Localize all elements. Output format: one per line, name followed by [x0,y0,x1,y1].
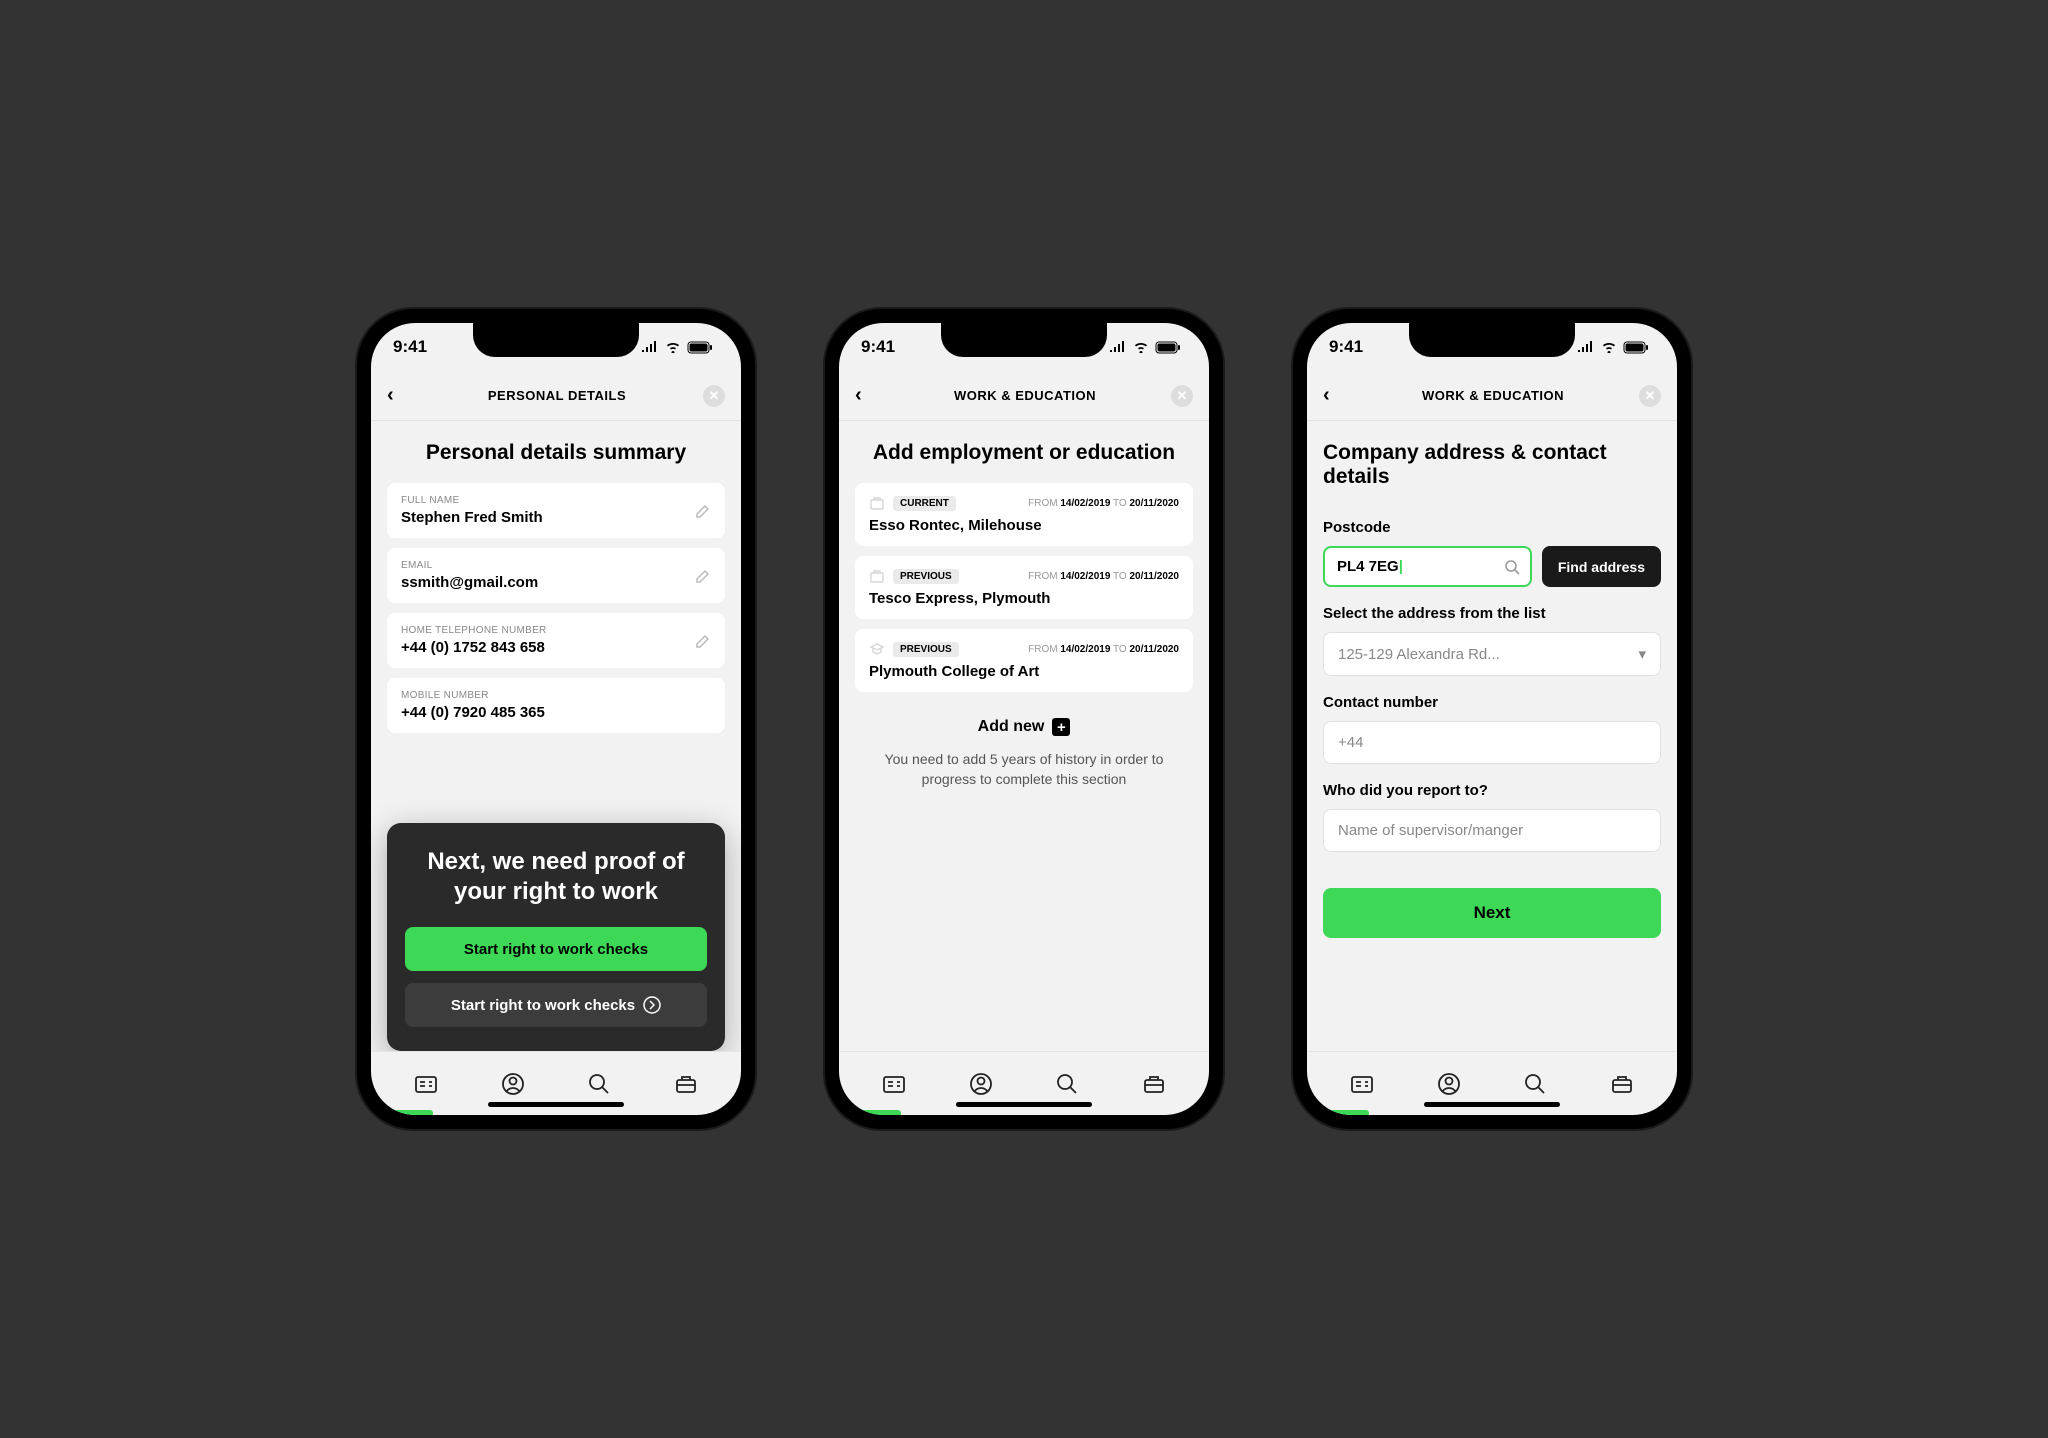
edit-icon[interactable] [695,503,711,519]
edit-icon[interactable] [695,633,711,649]
plus-icon: + [1052,718,1070,736]
sheet-title: Next, we need proof of your right to wor… [405,847,707,907]
start-checks-secondary-button[interactable]: Start right to work checks [405,983,707,1027]
tab-search[interactable] [1508,1072,1562,1096]
education-icon [869,641,885,657]
status-time: 9:41 [861,337,895,357]
field-value: +44 (0) 1752 843 658 [401,639,711,656]
status-time: 9:41 [393,337,427,357]
chevron-down-icon: ▾ [1638,645,1646,663]
edit-icon[interactable] [695,568,711,584]
nav-title: WORK & EDUCATION [1347,388,1639,403]
briefcase-icon [869,495,885,511]
contact-input[interactable]: +44 [1323,721,1661,764]
back-button[interactable]: ‹ [1323,384,1347,407]
back-button[interactable]: ‹ [387,384,411,407]
bottom-sheet: Next, we need proof of your right to wor… [387,823,725,1051]
employer-name: Tesco Express, Plymouth [869,590,1179,607]
tab-work[interactable] [659,1072,713,1096]
report-to-label: Who did you report to? [1323,782,1661,799]
postcode-label: Postcode [1323,519,1661,536]
status-badge: PREVIOUS [893,569,959,584]
tab-search[interactable] [1040,1072,1094,1096]
notch [941,323,1107,357]
phone-2: 9:41 ‹ WORK & EDUCATION ✕ Add employment… [825,309,1223,1129]
date-range: FROM 14/02/2019 TO 20/11/2020 [1028,498,1179,509]
date-range: FROM 14/02/2019 TO 20/11/2020 [1028,644,1179,655]
start-checks-primary-button[interactable]: Start right to work checks [405,927,707,971]
helper-text: You need to add 5 years of history in or… [855,750,1193,789]
tab-indicator [859,1110,901,1115]
home-indicator [956,1102,1092,1107]
field-value: ssmith@gmail.com [401,574,711,591]
supervisor-input[interactable]: Name of supervisor/manger [1323,809,1661,852]
select-value: 125-129 Alexandra Rd... [1338,646,1500,663]
tab-id[interactable] [1335,1072,1389,1096]
tab-id[interactable] [399,1072,453,1096]
tab-id[interactable] [867,1072,921,1096]
date-range: FROM 14/02/2019 TO 20/11/2020 [1028,571,1179,582]
nav-header: ‹ WORK & EDUCATION ✕ [839,371,1209,421]
arrow-right-icon [643,996,661,1014]
briefcase-icon [869,568,885,584]
field-full-name[interactable]: FULL NAME Stephen Fred Smith [387,483,725,538]
notch [1409,323,1575,357]
contact-label: Contact number [1323,694,1661,711]
phone-3: 9:41 ‹ WORK & EDUCATION ✕ Company addres… [1293,309,1691,1129]
nav-header: ‹ WORK & EDUCATION ✕ [1307,371,1677,421]
field-mobile[interactable]: MOBILE NUMBER +44 (0) 7920 485 365 [387,678,725,733]
tab-profile[interactable] [954,1072,1008,1096]
nav-header: ‹ PERSONAL DETAILS ✕ [371,371,741,421]
employment-item-current[interactable]: CURRENT FROM 14/02/2019 TO 20/11/2020 Es… [855,483,1193,546]
employer-name: Esso Rontec, Milehouse [869,517,1179,534]
next-button[interactable]: Next [1323,888,1661,938]
find-address-button[interactable]: Find address [1542,546,1661,587]
field-email[interactable]: EMAIL ssmith@gmail.com [387,548,725,603]
status-badge: PREVIOUS [893,642,959,657]
page-title: Add employment or education [855,441,1193,465]
postcode-input[interactable]: PL4 7EG| [1323,546,1532,587]
add-new-button[interactable]: Add new + [855,718,1193,736]
status-indicators [641,341,713,354]
notch [473,323,639,357]
tab-indicator [391,1110,433,1115]
search-icon [1504,559,1520,575]
tab-work[interactable] [1595,1072,1649,1096]
tab-profile[interactable] [1422,1072,1476,1096]
education-item-previous[interactable]: PREVIOUS FROM 14/02/2019 TO 20/11/2020 P… [855,629,1193,692]
status-indicators [1109,341,1181,354]
status-time: 9:41 [1329,337,1363,357]
tab-search[interactable] [572,1072,626,1096]
home-indicator [1424,1102,1560,1107]
back-button[interactable]: ‹ [855,384,879,407]
tab-indicator [1327,1110,1369,1115]
tab-profile[interactable] [486,1072,540,1096]
address-select[interactable]: 125-129 Alexandra Rd... ▾ [1323,632,1661,676]
tab-work[interactable] [1127,1072,1181,1096]
home-indicator [488,1102,624,1107]
field-label: EMAIL [401,560,711,571]
select-address-label: Select the address from the list [1323,605,1661,622]
close-button[interactable]: ✕ [1171,385,1193,407]
phone-1: 9:41 ‹ PERSONAL DETAILS ✕ Personal detai… [357,309,755,1129]
field-label: HOME TELEPHONE NUMBER [401,625,711,636]
field-label: MOBILE NUMBER [401,690,711,701]
nav-title: PERSONAL DETAILS [411,388,703,403]
page-title: Personal details summary [387,441,725,465]
close-button[interactable]: ✕ [703,385,725,407]
page-title: Company address & contact details [1323,441,1661,489]
status-badge: CURRENT [893,496,956,511]
nav-title: WORK & EDUCATION [879,388,1171,403]
button-label: Start right to work checks [451,997,635,1014]
close-button[interactable]: ✕ [1639,385,1661,407]
button-label: Add new [978,718,1045,736]
status-indicators [1577,341,1649,354]
field-value: +44 (0) 7920 485 365 [401,704,711,721]
employer-name: Plymouth College of Art [869,663,1179,680]
field-value: Stephen Fred Smith [401,509,711,526]
field-home-phone[interactable]: HOME TELEPHONE NUMBER +44 (0) 1752 843 6… [387,613,725,668]
employment-item-previous[interactable]: PREVIOUS FROM 14/02/2019 TO 20/11/2020 T… [855,556,1193,619]
field-label: FULL NAME [401,495,711,506]
postcode-value: PL4 7EG [1337,558,1399,575]
